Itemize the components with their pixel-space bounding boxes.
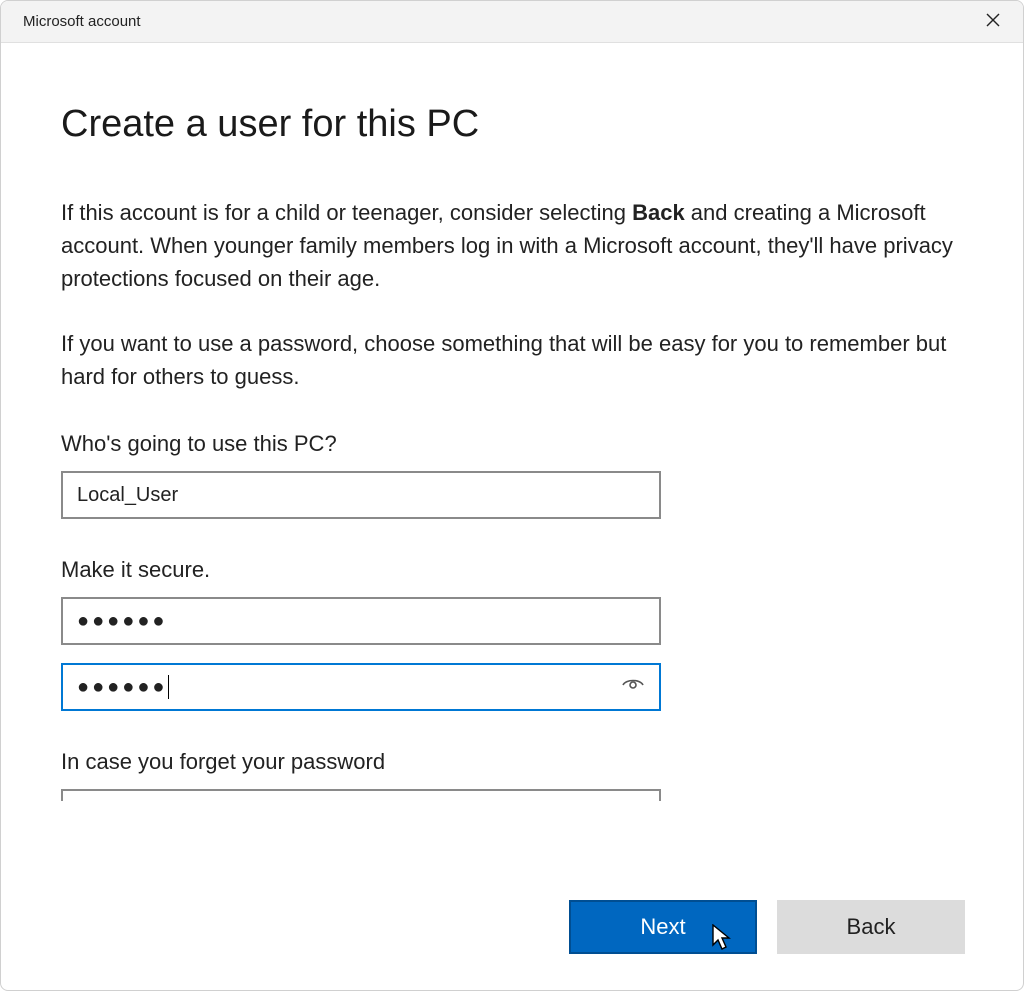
text-caret	[168, 675, 169, 699]
security-question-dropdown[interactable]	[61, 789, 661, 801]
username-input[interactable]: Local_User	[61, 471, 661, 519]
security-question-label: In case you forget your password	[61, 749, 963, 775]
password-section-label: Make it secure.	[61, 557, 963, 583]
mouse-cursor-icon	[711, 924, 733, 958]
confirm-password-mask: ●●●●●●	[77, 676, 167, 699]
para1-pre: If this account is for a child or teenag…	[61, 200, 632, 225]
back-button[interactable]: Back	[777, 900, 965, 954]
confirm-password-input[interactable]: ●●●●●●	[61, 663, 661, 711]
username-label: Who's going to use this PC?	[61, 431, 963, 457]
page-heading: Create a user for this PC	[61, 103, 963, 146]
dialog-window: Microsoft account Create a user for this…	[0, 0, 1024, 991]
content-area: Create a user for this PC If this accoun…	[1, 43, 1023, 801]
password-mask: ●●●●●●	[77, 610, 167, 633]
password-input[interactable]: ●●●●●●	[61, 597, 661, 645]
window-title: Microsoft account	[23, 13, 141, 30]
username-value: Local_User	[77, 484, 178, 507]
titlebar: Microsoft account	[1, 1, 1023, 43]
footer-buttons: Next Back	[569, 900, 965, 954]
info-paragraph-2: If you want to use a password, choose so…	[61, 327, 963, 393]
password-reveal-icon[interactable]	[621, 672, 645, 702]
info-paragraph-1: If this account is for a child or teenag…	[61, 196, 963, 295]
close-icon	[986, 13, 1000, 31]
next-button[interactable]: Next	[569, 900, 757, 954]
back-button-label: Back	[847, 914, 896, 940]
para1-bold: Back	[632, 200, 685, 225]
close-button[interactable]	[977, 6, 1009, 38]
next-button-label: Next	[640, 914, 685, 940]
